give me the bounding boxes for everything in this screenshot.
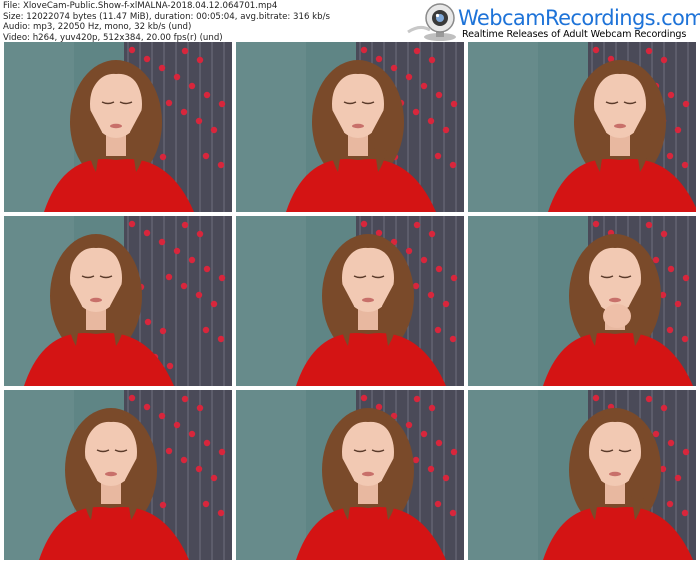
thumbnail-grid [0,0,700,565]
thumbnail-frame [4,216,232,386]
video-thumbnail [4,42,232,212]
thumbnail-frame [468,390,696,560]
thumbnail-frame [4,390,232,560]
thumbnail-frame [236,42,464,212]
thumbnail-frame [468,42,696,212]
video-thumbnail [236,216,464,386]
video-thumbnail [468,216,696,386]
video-thumbnail [4,390,232,560]
video-thumbnail [468,390,696,560]
thumbnail-frame [236,216,464,386]
video-thumbnail [236,390,464,560]
video-thumbnail [468,42,696,212]
thumbnail-frame [236,390,464,560]
video-thumbnail [236,42,464,212]
thumbnail-frame [468,216,696,386]
thumbnail-frame [4,42,232,212]
video-thumbnail [4,216,232,386]
